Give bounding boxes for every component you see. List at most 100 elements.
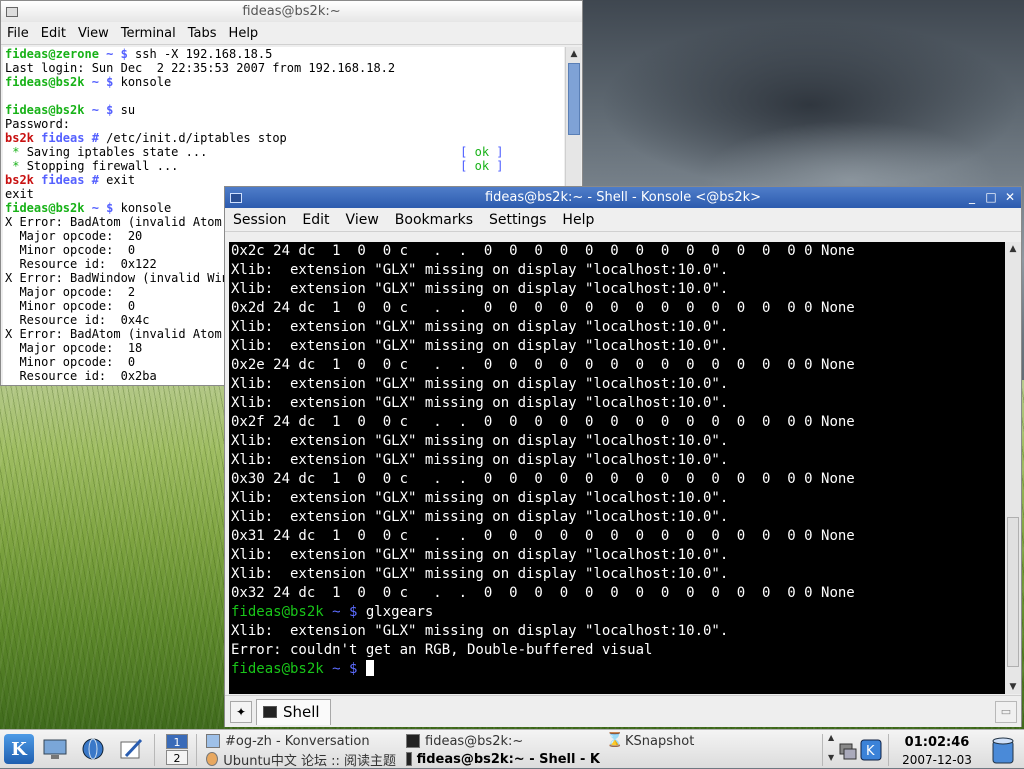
kde-taskbar: K 1 2 #og-zh - Konversation Ubuntu中文 论坛 …: [0, 729, 1024, 768]
terminal-text: Resource id: 0x2ba: [5, 369, 157, 383]
clock-date: 2007-12-03: [902, 753, 972, 767]
terminal-text: X Error: BadAtom (invalid Atom p: [5, 215, 237, 229]
terminal-text: 0x2f 24 dc 1 0 0 c . . 0 0 0 0 0 0 0 0 0…: [231, 414, 855, 430]
back_window-menu-help[interactable]: Help: [223, 26, 265, 41]
front_window-menu-edit[interactable]: Edit: [294, 212, 337, 228]
clock[interactable]: 01:02:46 2007-12-03: [892, 732, 982, 768]
terminal-text: Major opcode: 18: [5, 341, 143, 355]
scrollbar-thumb[interactable]: [568, 63, 580, 135]
terminal-line: 0x30 24 dc 1 0 0 c . . 0 0 0 0 0 0 0 0 0…: [231, 470, 1003, 489]
pager-desktop-1[interactable]: 1: [166, 734, 188, 749]
k-menu-button[interactable]: K: [4, 734, 34, 764]
pen-paper-icon: [120, 738, 143, 759]
task-ksnapshot[interactable]: ⌛ KSnapshot: [606, 732, 806, 750]
terminal-text: [: [460, 159, 475, 173]
terminal-text: *: [5, 159, 27, 173]
desktop-pager[interactable]: 1 2: [164, 733, 190, 767]
terminal-text: su: [120, 103, 136, 117]
taskbar-separator: [822, 734, 823, 766]
back-window-menubar: File Edit View Terminal Tabs Help: [1, 22, 582, 45]
konqueror-icon[interactable]: [78, 734, 108, 764]
desktop-icon[interactable]: [40, 734, 70, 764]
terminal-text: Error: couldn't get an RGB, Double-buffe…: [231, 642, 653, 658]
terminal-line: fideas@zerone ~ $ ssh -X 192.168.18.5: [5, 47, 562, 61]
terminal-line: Error: couldn't get an RGB, Double-buffe…: [231, 641, 1003, 660]
terminal-line: Xlib: extension "GLX" missing on display…: [231, 489, 1003, 508]
task-konversation[interactable]: #og-zh - Konversation: [206, 732, 396, 750]
konsole-terminal-output[interactable]: 0x2c 24 dc 1 0 0 c . . 0 0 0 0 0 0 0 0 0…: [229, 242, 1005, 694]
terminal-text: Minor opcode: 0: [5, 355, 136, 369]
konsole-window[interactable]: fideas@bs2k:~ - Shell - Konsole <@bs2k> …: [224, 186, 1022, 727]
terminal-line: Xlib: extension "GLX" missing on display…: [231, 432, 1003, 451]
terminal-text: Xlib: extension "GLX" missing on display…: [231, 509, 729, 525]
task-label: fideas@bs2k:~: [425, 733, 524, 749]
back_window-menu-file[interactable]: File: [1, 26, 35, 41]
terminal-line: 0x2d 24 dc 1 0 0 c . . 0 0 0 0 0 0 0 0 0…: [231, 299, 1003, 318]
task-browser[interactable]: Ubuntu中文 论坛 :: 阅读主题: [206, 750, 396, 768]
terminal-text: 0x31 24 dc 1 0 0 c . . 0 0 0 0 0 0 0 0 0…: [231, 528, 855, 544]
back_window-menu-edit[interactable]: Edit: [35, 26, 72, 41]
terminal-line: Xlib: extension "GLX" missing on display…: [231, 451, 1003, 470]
tray-collapse-icon[interactable]: ▼: [828, 753, 834, 762]
minimize-icon[interactable]: _: [965, 190, 979, 204]
task-terminal[interactable]: fideas@bs2k:~: [406, 732, 596, 750]
back-window-title: fideas@bs2k:~: [242, 4, 341, 19]
front_window-menu-bookmarks[interactable]: Bookmarks: [387, 212, 481, 228]
terminal-text: /etc/init.d/iptables stop: [106, 131, 287, 145]
back_window-menu-view[interactable]: View: [72, 26, 115, 41]
front_window-menu-session[interactable]: Session: [225, 212, 294, 228]
terminal-text: fideas@bs2k: [5, 201, 85, 215]
terminal-text: 0x30 24 dc 1 0 0 c . . 0 0 0 0 0 0 0 0 0…: [231, 471, 855, 487]
close-session-button[interactable]: ▭: [995, 700, 1017, 723]
pager-desktop-2[interactable]: 2: [166, 750, 188, 765]
trash-icon[interactable]: [990, 735, 1020, 765]
front_window-menu-settings[interactable]: Settings: [481, 212, 554, 228]
back_window-menu-tabs[interactable]: Tabs: [182, 26, 223, 41]
trash-can-icon: [992, 737, 1014, 764]
window-menu-icon[interactable]: [230, 192, 242, 203]
terminal-text: fideas@bs2k: [231, 604, 333, 620]
terminal-text: Xlib: extension "GLX" missing on display…: [231, 490, 729, 506]
terminal-line: Xlib: extension "GLX" missing on display…: [231, 375, 1003, 394]
konsole-scrollbar[interactable]: ▲ ▼: [1005, 242, 1021, 694]
tab-shell[interactable]: Shell: [256, 698, 331, 725]
task-konsole[interactable]: fideas@bs2k:~ - Shell - K: [406, 750, 600, 768]
ksnapshot-icon: ⌛: [606, 732, 624, 748]
terminal-text: Saving iptables state ...: [26, 145, 461, 159]
terminal-text: X Error: BadWindow (invalid Wind: [5, 271, 237, 285]
browser-icon: [206, 752, 219, 766]
terminal-line: 0x31 24 dc 1 0 0 c . . 0 0 0 0 0 0 0 0 0…: [231, 527, 1003, 546]
scroll-up-arrow-icon[interactable]: ▲: [1005, 242, 1021, 256]
scroll-up-arrow-icon[interactable]: ▲: [566, 47, 582, 61]
scroll-down-arrow-icon[interactable]: ▼: [1005, 680, 1021, 694]
konsole-titlebar[interactable]: fideas@bs2k:~ - Shell - Konsole <@bs2k> …: [225, 187, 1021, 208]
terminal-text: 0x2c 24 dc 1 0 0 c . . 0 0 0 0 0 0 0 0 0…: [231, 243, 855, 259]
kwrite-icon[interactable]: [116, 734, 146, 764]
back_window-menu-terminal[interactable]: Terminal: [115, 26, 182, 41]
front_window-menu-help[interactable]: Help: [554, 212, 602, 228]
maximize-icon[interactable]: □: [984, 190, 998, 204]
terminal-text: konsole: [120, 75, 172, 89]
konversation-icon: [206, 734, 220, 748]
close-icon[interactable]: ✕: [1003, 190, 1017, 204]
terminal-line: fideas@bs2k ~ $ su: [5, 103, 562, 117]
terminal-text: ~ $: [84, 103, 121, 117]
terminal-text: bs2k: [5, 173, 42, 187]
new-session-button[interactable]: ✦: [230, 700, 252, 723]
scrollbar-thumb[interactable]: [1007, 517, 1019, 667]
terminal-line: 0x2c 24 dc 1 0 0 c . . 0 0 0 0 0 0 0 0 0…: [231, 242, 1003, 261]
terminal-text: fideas@bs2k: [231, 661, 333, 677]
terminal-text: Stopping firewall ...: [26, 159, 461, 173]
front_window-menu-view[interactable]: View: [338, 212, 387, 228]
terminal-text: Xlib: extension "GLX" missing on display…: [231, 319, 729, 335]
window-menu-icon[interactable]: [6, 6, 18, 17]
network-icon[interactable]: [838, 741, 858, 761]
terminal-text: ~ $: [332, 661, 366, 677]
terminal-text: fideas@bs2k: [5, 103, 85, 117]
terminal-text: 0x32 24 dc 1 0 0 c . . 0 0 0 0 0 0 0 0 0…: [231, 585, 855, 601]
back-window-titlebar[interactable]: fideas@bs2k:~: [1, 1, 582, 22]
tray-expand-icon[interactable]: ▲: [828, 733, 834, 742]
klipper-icon[interactable]: K: [860, 739, 882, 761]
terminal-line: Xlib: extension "GLX" missing on display…: [231, 337, 1003, 356]
terminal-icon: [263, 706, 277, 718]
